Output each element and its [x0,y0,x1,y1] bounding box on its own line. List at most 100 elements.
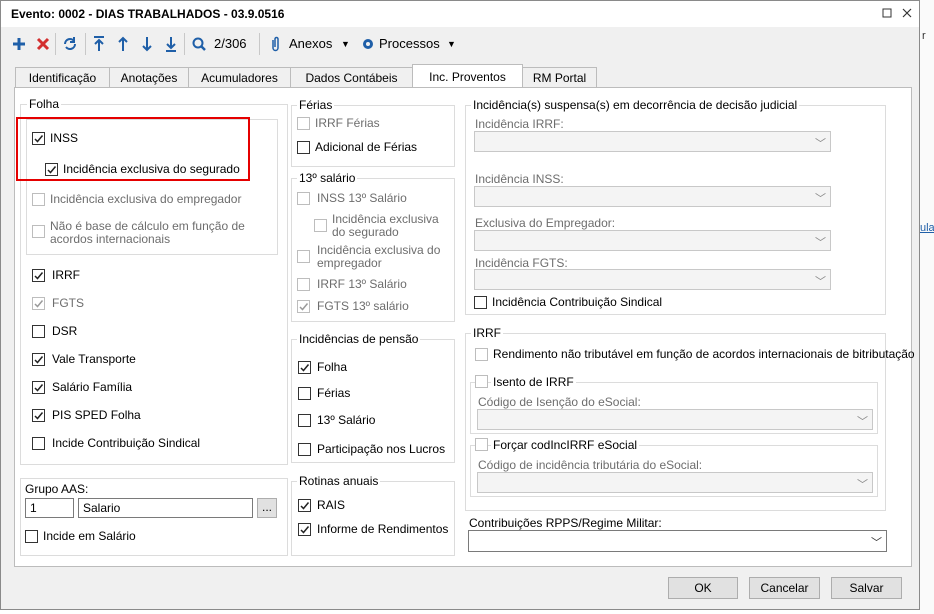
close-icon[interactable] [899,5,915,21]
rendimento-label: Rendimento não tributável em função de a… [493,347,915,361]
pensao-lucros-checkbox[interactable] [298,443,311,456]
chevron-down-icon: ﹀ [815,237,826,249]
tab-anotacoes[interactable]: Anotações [109,67,189,87]
search-icon[interactable] [191,34,207,54]
pensao-decimo-checkbox[interactable] [298,414,311,427]
ferias-title: Férias [297,98,335,112]
rotinas-title: Rotinas anuais [297,474,381,488]
grupo-aas-code-input[interactable]: 1 [25,498,74,518]
grupo-aas-label: Grupo AAS: [25,482,89,496]
chevron-down-icon: ﹀ [871,537,882,549]
contribuicoes-select[interactable]: ﹀ [468,530,887,552]
suspensa-fgts-select[interactable]: ﹀ [474,269,831,290]
tab-rm-portal[interactable]: RM Portal [522,67,597,87]
grupo-aas-name-input[interactable]: Salario [78,498,253,518]
pensao-title: Incidências de pensão [297,332,421,346]
fgts-checkbox[interactable] [32,297,45,310]
inc-excl-empregador-checkbox[interactable] [32,193,45,206]
codigo-isencao-label: Código de Isenção do eSocial: [478,395,641,409]
window-title: Evento: 0002 - DIAS TRABALHADOS - 03.9.0… [11,7,285,21]
chevron-down-icon: ▼ [447,39,456,49]
decimo-inc-empregador-checkbox[interactable] [297,250,310,263]
save-button[interactable]: Salvar [831,577,902,599]
pis-sped-label: PIS SPED Folha [52,408,141,422]
isento-label: Isento de IRRF [491,375,576,389]
contrib-sindical-checkbox[interactable] [32,437,45,450]
processos-button[interactable]: Processos ▼ [361,34,457,54]
irrf-ferias-checkbox[interactable] [297,117,310,130]
last-record-icon[interactable] [163,34,179,54]
codigo-incidencia-select[interactable]: ﹀ [477,472,873,493]
toolbar-separator [259,33,260,55]
fgts-decimo-label: FGTS 13º salário [317,299,409,313]
tab-identificacao[interactable]: Identificação [15,67,110,87]
add-icon[interactable] [11,34,27,54]
contribuicoes-label: Contribuições RPPS/Regime Militar: [469,516,662,530]
pensao-ferias-checkbox[interactable] [298,387,311,400]
decimo-inc-segurado-label: Incidência exclusiva do segurado [332,212,439,239]
irrf-ferias-label: IRRF Férias [315,116,380,130]
inss-decimo-checkbox[interactable] [297,192,310,205]
title-bar: Evento: 0002 - DIAS TRABALHADOS - 03.9.0… [1,1,919,27]
suspensa-inss-label: Incidência INSS: [475,172,564,186]
decimo-title: 13º salário [297,171,358,185]
tab-dados-contabeis[interactable]: Dados Contábeis [290,67,413,87]
pis-sped-checkbox[interactable] [32,409,45,422]
fgts-label: FGTS [52,296,84,310]
background-window-fragment [920,0,934,614]
codigo-incidencia-label: Código de incidência tributária do eSoci… [478,458,703,472]
dsr-label: DSR [52,324,78,338]
rais-label: RAIS [317,498,346,512]
chevron-down-icon: ﹀ [857,479,868,491]
refresh-icon[interactable] [61,34,79,54]
chevron-down-icon: ﹀ [815,193,826,205]
pensao-decimo-label: 13º Salário [317,413,376,427]
chevron-down-icon: ﹀ [815,138,826,150]
ferias-group [291,105,455,167]
adicional-ferias-label: Adicional de Férias [315,140,418,154]
nao-base-checkbox[interactable] [32,225,45,238]
forcar-checkbox[interactable] [475,438,488,451]
nao-base-label: Não é base de cálculo em função de acord… [50,219,245,246]
maximize-icon[interactable] [879,5,895,21]
irrf-decimo-checkbox[interactable] [297,278,310,291]
first-record-icon[interactable] [91,34,107,54]
decimo-inc-segurado-checkbox[interactable] [314,219,327,232]
inss-decimo-label: INSS 13º Salário [317,191,407,205]
codigo-isencao-select[interactable]: ﹀ [477,409,873,430]
toolbar-separator [184,33,185,55]
next-record-icon[interactable] [139,34,155,54]
pensao-ferias-label: Férias [317,386,351,400]
suspensa-empregador-label: Exclusiva do Empregador: [475,216,616,230]
suspensa-empregador-select[interactable]: ﹀ [474,230,831,251]
forcar-label: Forçar codIncIRRF eSocial [491,438,640,452]
rais-checkbox[interactable] [298,499,311,512]
informe-checkbox[interactable] [298,523,311,536]
rendimento-checkbox[interactable] [475,348,488,361]
folha-title: Folha [27,97,62,111]
isento-checkbox[interactable] [475,375,488,388]
vale-transporte-label: Vale Transporte [52,352,136,366]
suspensa-irrf-select[interactable]: ﹀ [474,131,831,152]
anexos-button[interactable]: Anexos ▼ [269,34,353,54]
pensao-folha-checkbox[interactable] [298,361,311,374]
suspensa-irrf-label: Incidência IRRF: [475,117,564,131]
previous-record-icon[interactable] [115,34,131,54]
irrf-decimo-label: IRRF 13º Salário [317,277,407,291]
salario-familia-checkbox[interactable] [32,381,45,394]
suspensa-contrib-sindical-checkbox[interactable] [474,296,487,309]
pensao-folha-label: Folha [317,360,348,374]
adicional-ferias-checkbox[interactable] [297,141,310,154]
grupo-aas-browse-button[interactable]: ... [257,498,277,518]
incide-salario-checkbox[interactable] [25,530,38,543]
vale-transporte-checkbox[interactable] [32,353,45,366]
tab-inc-proventos[interactable]: Inc. Proventos [412,64,523,88]
tab-acumuladores[interactable]: Acumuladores [188,67,291,87]
fgts-decimo-checkbox[interactable] [297,300,310,313]
ok-button[interactable]: OK [668,577,738,599]
cancel-button[interactable]: Cancelar [749,577,820,599]
suspensa-inss-select[interactable]: ﹀ [474,186,831,207]
dsr-checkbox[interactable] [32,325,45,338]
delete-icon[interactable] [35,34,51,54]
irrf-checkbox[interactable] [32,269,45,282]
